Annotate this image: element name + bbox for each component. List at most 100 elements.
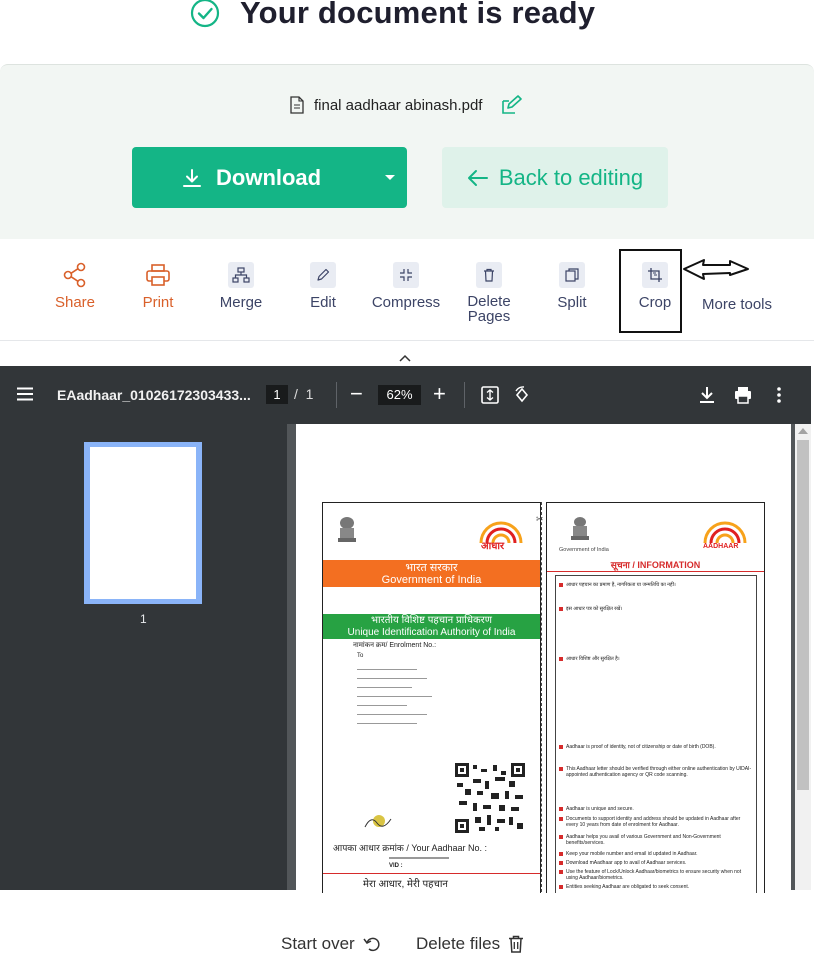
info-line: Entities seeking Aadhaar are obligated t…	[559, 884, 752, 890]
tool-split[interactable]: Split	[532, 262, 612, 311]
to-label: To	[357, 653, 364, 659]
merge-icon	[232, 267, 250, 283]
tool-share[interactable]: Share	[35, 262, 115, 311]
info-line: Aadhaar helps you avail of various Gover…	[559, 834, 752, 846]
vid-label: VID :	[389, 863, 403, 869]
file-name: final aadhaar abinash.pdf	[314, 96, 483, 114]
download-icon[interactable]	[697, 385, 717, 405]
undo-icon	[363, 937, 380, 952]
qr-code	[455, 763, 525, 833]
scissors-icon: ✂	[536, 514, 544, 524]
uidai-band: भारतीय विशिष्ट पहचान प्राधिकरण Unique Id…	[323, 614, 540, 639]
rotate-icon[interactable]	[512, 385, 532, 405]
toolbar-separator	[336, 382, 337, 408]
page-count: / 1	[294, 386, 314, 402]
edit-filename-icon[interactable]	[500, 94, 523, 116]
page-thumbnail-image	[90, 447, 196, 599]
annotation-arrow-icon	[683, 259, 749, 280]
cut-line	[541, 502, 543, 892]
tool-print[interactable]: Print	[118, 262, 198, 311]
divider	[0, 340, 814, 341]
printer-icon[interactable]	[733, 385, 753, 405]
aadhaar-letter-info: Government of India AADHAAR सूचना / INFO…	[546, 502, 765, 893]
download-label: Download	[216, 164, 322, 190]
info-line: Download mAadhaar app to avail of Aadhaa…	[559, 860, 752, 866]
tool-delete-pages[interactable]: Delete Pages	[449, 262, 529, 324]
trash-icon	[509, 935, 524, 953]
address-block	[357, 663, 437, 753]
menu-icon[interactable]	[17, 387, 33, 401]
trash-icon	[484, 268, 494, 282]
tool-more[interactable]: More tools	[697, 296, 777, 313]
toolbar-separator	[464, 382, 465, 408]
aadhaar-en-label: AADHAAR	[703, 543, 739, 550]
pencil-icon	[317, 268, 330, 281]
share-icon	[63, 262, 86, 288]
info-line: Documents to support identity and addres…	[559, 816, 752, 828]
scroll-up-icon[interactable]	[798, 428, 808, 434]
start-over-label: Start over	[281, 934, 355, 953]
tool-compress[interactable]: Compress	[366, 262, 446, 311]
tool-label: Merge	[219, 294, 263, 311]
tool-label: More tools	[701, 296, 773, 313]
tool-label: Edit	[310, 294, 336, 311]
red-rule	[547, 571, 764, 572]
fit-page-icon[interactable]	[480, 385, 500, 405]
scrollbar-thumb[interactable]	[797, 440, 809, 790]
zoom-out-button[interactable]: −	[350, 383, 363, 405]
split-icon	[565, 268, 579, 282]
printer-icon	[146, 264, 170, 286]
more-vertical-icon[interactable]	[769, 385, 789, 405]
back-label: Back to editing	[498, 164, 644, 190]
info-line: This Aadhaar letter should be verified t…	[559, 766, 752, 778]
title-text: Your document is ready	[240, 0, 596, 30]
check-circle-icon	[190, 0, 220, 28]
aadhaar-number-redacted	[389, 857, 449, 859]
delete-files-button[interactable]: Delete files	[416, 934, 524, 954]
tool-merge[interactable]: Merge	[201, 262, 281, 311]
tool-label: Compress	[371, 294, 441, 311]
download-button[interactable]: Download	[132, 147, 407, 208]
info-line: आधार पहचान का प्रमाण है, नागरिकता या जन्…	[559, 582, 752, 588]
info-line: Use the feature of Lock/Unlock Aadhaar/b…	[559, 869, 752, 881]
back-to-editing-button[interactable]: Back to editing	[442, 147, 668, 208]
enrolment-label: नामांकन क्रम/ Enrolment No.:	[353, 642, 437, 649]
file-name-row: final aadhaar abinash.pdf	[290, 92, 523, 118]
viewer-doc-name: EAadhaar_01026172303433...	[57, 387, 251, 403]
chevron-up-icon[interactable]	[398, 353, 412, 363]
page-title: Your document is ready	[190, 0, 790, 38]
emblem-icon	[571, 517, 589, 540]
pdf-viewer-toolbar: EAadhaar_01026172303433... 1 / 1 − 62% +	[0, 366, 811, 424]
zoom-input[interactable]: 62%	[378, 385, 421, 405]
info-line: आधार विशिष्ट और सुरक्षित है।	[559, 656, 752, 662]
page-number-input[interactable]: 1	[266, 385, 288, 404]
thumbnail-label: 1	[140, 612, 147, 626]
start-over-button[interactable]: Start over	[281, 934, 381, 954]
info-line: Aadhaar is proof of identity, not of cit…	[559, 744, 752, 750]
signature-icon	[364, 815, 392, 828]
aadhaar-logo-icon	[703, 521, 747, 544]
info-title: सूचना / INFORMATION	[610, 560, 701, 570]
result-card	[0, 64, 814, 239]
emblem-icon	[338, 517, 356, 542]
info-line: Aadhaar is unique and secure.	[559, 806, 752, 812]
zoom-in-button[interactable]: +	[433, 383, 446, 405]
tool-label: Split	[557, 294, 587, 311]
delete-files-label: Delete files	[416, 934, 501, 953]
compress-icon	[400, 269, 412, 281]
info-line: इस आधार पत्र को सुरक्षित रखें।	[559, 606, 752, 612]
slogan: मेरा आधार, मेरी पहचान	[363, 879, 448, 890]
file-icon	[290, 96, 304, 114]
aadhaar-hi-label: आधार	[481, 541, 505, 552]
tool-label: Print	[142, 294, 174, 311]
aadhaar-letter-front: आधार भारत सरकार Government of India भारत…	[322, 502, 541, 893]
red-rule	[323, 873, 540, 874]
info-box: आधार पहचान का प्रमाण है, नागरिकता या जन्…	[555, 575, 757, 893]
chevron-down-icon[interactable]	[385, 175, 395, 180]
tool-label: Share	[54, 294, 96, 311]
govt-small-label: Government of India	[559, 547, 609, 553]
tool-label: Delete Pages	[467, 293, 511, 325]
your-aadhaar-no-label: आपका आधार क्रमांक / Your Aadhaar No. :	[333, 843, 488, 853]
annotation-box	[619, 249, 682, 333]
tool-edit[interactable]: Edit	[283, 262, 363, 311]
